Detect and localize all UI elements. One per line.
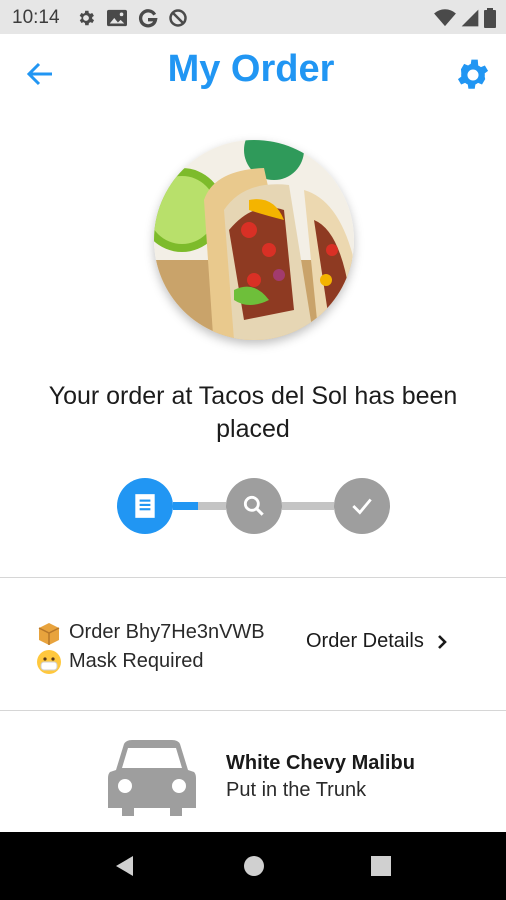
gear-icon [457, 59, 489, 89]
restaurant-food-image [154, 140, 354, 340]
progress-bar-empty [282, 502, 334, 510]
recents-icon[interactable] [369, 854, 393, 878]
order-info: Order Bhy7He3nVWB Mask Required [36, 618, 265, 676]
order-id: Order Bhy7He3nVWB [69, 621, 265, 643]
progress-step-placed [117, 478, 173, 534]
mask-face-icon [37, 649, 61, 674]
car-icon [108, 740, 196, 816]
divider [0, 577, 506, 578]
order-details-button[interactable]: Order Details [306, 630, 448, 653]
search-icon [243, 495, 264, 516]
order-status-message: Your order at Tacos del Sol has been pla… [48, 382, 458, 443]
chevron-right-icon [437, 634, 447, 649]
image-icon [107, 9, 127, 27]
signal-icon [461, 9, 479, 27]
back-icon[interactable] [113, 854, 137, 878]
wifi-icon [434, 9, 456, 27]
google-icon [138, 9, 158, 28]
check-icon [352, 498, 372, 515]
status-time: 10:14 [12, 7, 60, 28]
status-bar: 10:14 [0, 0, 506, 34]
package-icon [38, 622, 60, 645]
receipt-icon [135, 494, 155, 518]
divider [0, 710, 506, 711]
order-details-label: Order Details [306, 630, 424, 652]
battery-icon [484, 8, 496, 28]
progress-bar-empty [198, 502, 226, 510]
home-icon[interactable] [242, 854, 266, 878]
gear-icon [79, 10, 95, 26]
progress-step-complete [334, 478, 390, 534]
progress-step-searching [226, 478, 282, 534]
settings-button[interactable] [454, 56, 492, 94]
page-title: My Order [167, 48, 335, 90]
system-nav-bar [0, 832, 506, 900]
mask-requirement: Mask Required [69, 650, 204, 672]
at-sign-icon [169, 9, 187, 27]
vehicle-instruction: Put in the Trunk [226, 779, 367, 801]
vehicle-name: White Chevy Malibu [226, 752, 415, 774]
progress-bar-filled [173, 502, 198, 510]
